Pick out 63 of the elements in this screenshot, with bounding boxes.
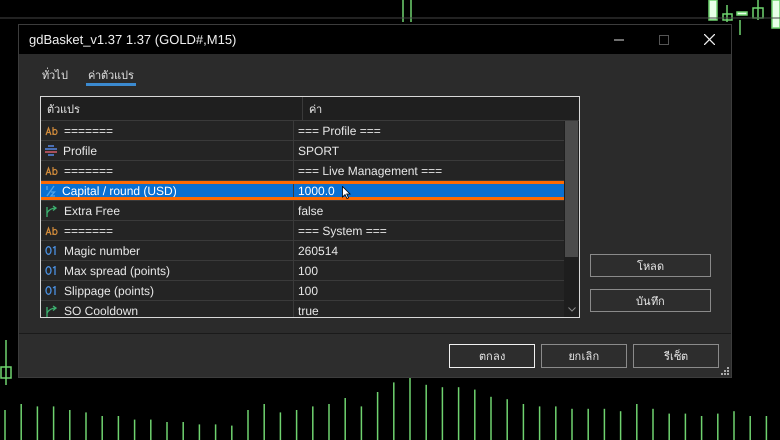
scroll-down-icon[interactable] xyxy=(568,307,576,312)
table-row[interactable]: SO Cooldown true xyxy=(41,301,564,317)
dialog-button[interactable]: ตกลง xyxy=(449,344,535,368)
table-row[interactable]: Slippage (points) 100 xyxy=(41,281,564,301)
parameter-value: 260514 xyxy=(298,244,338,258)
parameter-value: 1000.0 xyxy=(298,184,335,198)
resize-grip-icon[interactable] xyxy=(721,367,729,375)
parameter-value: === System === xyxy=(298,224,387,238)
table-row[interactable]: Profile SPORT xyxy=(41,141,564,161)
arrow-type-icon xyxy=(45,304,58,316)
parameter-value: 100 xyxy=(298,264,318,278)
dialog-button[interactable]: บันทึก xyxy=(590,289,711,312)
text-type-icon xyxy=(45,166,58,176)
parameter-name: ======= xyxy=(64,124,114,138)
arrow-type-icon xyxy=(45,204,58,216)
parameter-value: 100 xyxy=(298,284,318,298)
parameter-value: === Profile === xyxy=(298,124,381,138)
table-row[interactable]: ======= === Live Management === xyxy=(41,161,564,181)
parameter-value: === Live Management === xyxy=(298,164,442,178)
window-title: gdBasket_v1.37 1.37 (GOLD#,M15) xyxy=(29,32,236,47)
fraction-type-icon xyxy=(45,184,56,196)
candlestick xyxy=(736,11,748,35)
parameter-name: SO Cooldown xyxy=(64,304,138,317)
table-row[interactable]: Extra Free false xyxy=(41,201,564,221)
maximize-icon[interactable] xyxy=(659,34,669,44)
scroll-thumb[interactable] xyxy=(565,121,578,257)
parameter-name: Extra Free xyxy=(64,204,120,218)
candlestick xyxy=(722,5,733,22)
column-header[interactable]: ค่า xyxy=(303,97,328,120)
parameter-name: Magic number xyxy=(64,244,140,258)
text-type-icon xyxy=(45,226,58,236)
candlestick xyxy=(708,0,718,21)
text-type-icon xyxy=(45,126,58,136)
table-row[interactable]: Max spread (points) 100 xyxy=(41,261,564,281)
candlestick xyxy=(402,0,412,22)
table-row[interactable]: ======= === Profile === xyxy=(41,121,564,141)
parameter-name: Capital / round (USD) xyxy=(62,184,177,198)
close-icon[interactable] xyxy=(704,34,715,45)
number-type-icon xyxy=(45,266,58,275)
candlestick xyxy=(752,0,764,20)
parameter-value: SPORT xyxy=(298,144,340,158)
parameter-value: true xyxy=(298,304,319,317)
number-type-icon xyxy=(45,286,58,295)
table-row[interactable]: ======= === System === xyxy=(41,221,564,241)
parameter-name: Max spread (points) xyxy=(64,264,170,278)
mouse-pointer-icon xyxy=(342,186,351,199)
dialog-button[interactable]: รีเซ็ต xyxy=(633,344,719,368)
column-header[interactable]: ตัวแปร xyxy=(41,97,303,120)
candlestick xyxy=(771,0,780,29)
parameter-name: Slippage (points) xyxy=(64,284,154,298)
candlestick xyxy=(0,340,12,385)
number-type-icon xyxy=(45,246,58,255)
list-type-icon xyxy=(45,145,57,156)
parameter-name: Profile xyxy=(63,144,98,158)
table-row[interactable]: Magic number 260514 xyxy=(41,241,564,261)
parameter-name: ======= xyxy=(64,164,114,178)
dialog-button[interactable]: โหลด xyxy=(590,254,711,277)
table-row[interactable]: Capital / round (USD) 1000.0 xyxy=(41,181,564,201)
parameter-value: false xyxy=(298,204,324,218)
parameter-name: ======= xyxy=(64,224,114,238)
tab[interactable]: ทั่วไป xyxy=(40,62,70,86)
dialog-button[interactable]: ยกเลิก xyxy=(541,344,627,368)
tab[interactable]: ค่าตัวแปร xyxy=(86,62,136,86)
